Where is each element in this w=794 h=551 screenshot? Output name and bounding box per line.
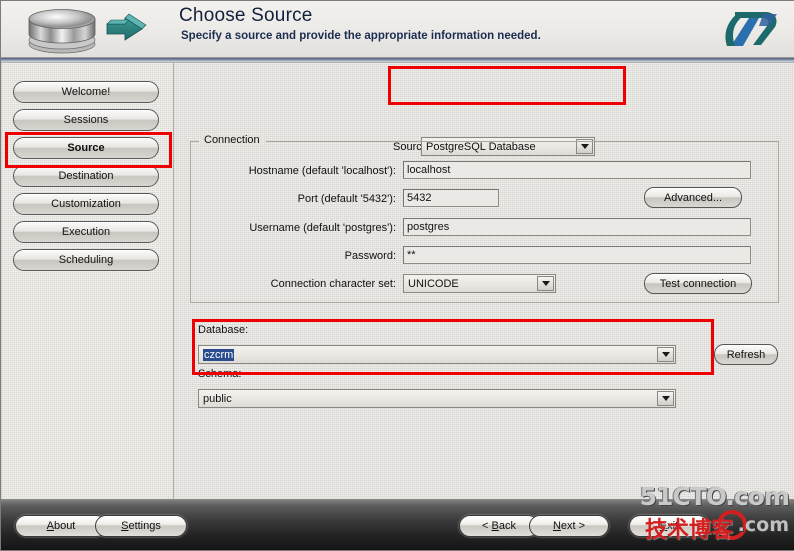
schema-label: Schema: — [198, 368, 242, 380]
refresh-button[interactable]: Refresh — [714, 344, 778, 365]
hostname-value: localhost — [407, 164, 451, 176]
sidebar-item-label: Customization — [51, 198, 121, 210]
settings-button-label: Settings — [121, 520, 161, 532]
database-select-value: czcrm — [203, 348, 235, 361]
about-button-label: About — [46, 520, 76, 532]
sidebar-item-execution[interactable]: Execution — [13, 221, 159, 243]
charset-select[interactable]: UNICODE — [403, 274, 556, 293]
company-logo — [713, 4, 787, 54]
sidebar: Welcome! Sessions Source Destination Cus… — [2, 63, 173, 500]
sidebar-item-label: Welcome! — [61, 86, 111, 98]
sidebar-item-destination[interactable]: Destination — [13, 165, 159, 187]
connection-legend: Connection — [201, 134, 263, 146]
hostname-label: Hostname (default 'localhost'): — [248, 165, 396, 177]
charset-select-value: UNICODE — [408, 277, 459, 290]
username-value: postgres — [407, 221, 450, 233]
advanced-button-label: Advanced... — [663, 191, 723, 204]
sidebar-item-source[interactable]: Source — [13, 137, 159, 159]
password-label: Password: — [344, 250, 396, 262]
refresh-button-label: Refresh — [726, 348, 766, 361]
password-value: ** — [407, 249, 416, 261]
wizard-window: Choose Source Specify a source and provi… — [0, 0, 794, 551]
sidebar-item-label: Sessions — [63, 114, 109, 126]
port-field[interactable]: 5432 — [403, 189, 499, 207]
database-select[interactable]: czcrm — [198, 345, 676, 364]
sidebar-item-label: Scheduling — [58, 254, 114, 266]
test-connection-button-label: Test connection — [659, 277, 737, 290]
chevron-down-icon[interactable] — [537, 276, 554, 291]
password-field[interactable]: ** — [403, 246, 751, 264]
settings-button[interactable]: Settings — [95, 515, 187, 537]
chevron-down-icon[interactable] — [657, 391, 674, 406]
back-button[interactable]: < Back — [459, 515, 539, 537]
username-label: Username (default 'postgres'): — [249, 222, 396, 234]
footer-bar: About Settings < Back Next > Exit — [1, 499, 794, 550]
schema-select[interactable]: public — [198, 389, 676, 408]
schema-select-value: public — [203, 392, 232, 405]
next-button-label: Next > — [552, 520, 586, 532]
header-bar: Choose Source Specify a source and provi… — [1, 1, 794, 58]
chevron-down-icon[interactable] — [657, 347, 674, 362]
port-label: Port (default '5432'): — [297, 193, 396, 205]
charset-label: Connection character set: — [270, 278, 396, 290]
database-label: Database: — [198, 324, 249, 336]
sidebar-item-welcome[interactable]: Welcome! — [13, 81, 159, 103]
about-button[interactable]: About — [15, 515, 107, 537]
connection-group: Connection Hostname (default 'localhost'… — [190, 134, 779, 303]
next-button[interactable]: Next > — [529, 515, 609, 537]
exit-button-label: Exit — [659, 520, 679, 532]
main-panel: Source: PostgreSQL Database Connection H… — [174, 63, 794, 500]
sidebar-item-label: Execution — [61, 226, 111, 238]
back-button-label: < Back — [482, 520, 516, 532]
sidebar-item-customization[interactable]: Customization — [13, 193, 159, 215]
advanced-button[interactable]: Advanced... — [644, 187, 742, 208]
page-subtitle: Specify a source and provide the appropr… — [181, 30, 541, 42]
page-title: Choose Source — [179, 5, 313, 26]
test-connection-button[interactable]: Test connection — [644, 273, 752, 294]
hostname-field[interactable]: localhost — [403, 161, 751, 179]
database-cylinder-arrow-icon — [15, 3, 165, 57]
exit-button[interactable]: Exit — [629, 515, 709, 537]
sidebar-item-label: Destination — [58, 170, 114, 182]
port-value: 5432 — [407, 192, 432, 204]
sidebar-item-sessions[interactable]: Sessions — [13, 109, 159, 131]
username-field[interactable]: postgres — [403, 218, 751, 236]
sidebar-item-label: Source — [67, 142, 105, 154]
sidebar-item-scheduling[interactable]: Scheduling — [13, 249, 159, 271]
